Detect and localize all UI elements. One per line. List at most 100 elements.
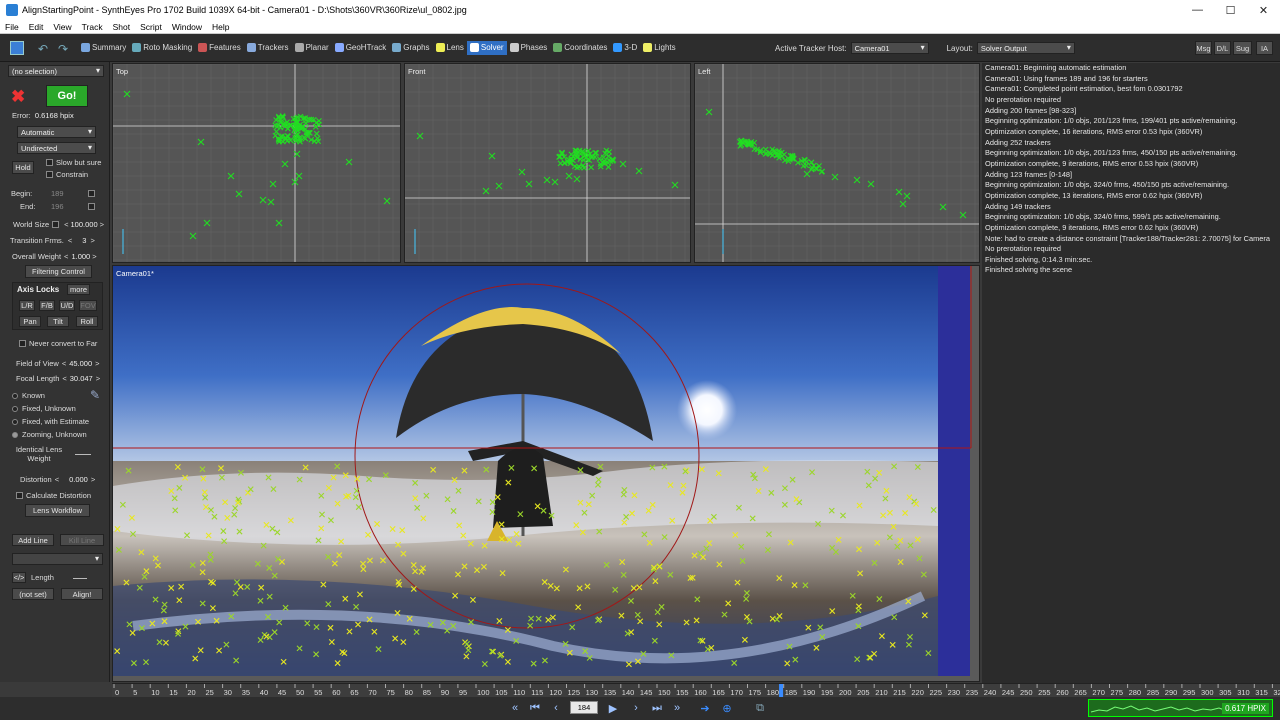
begin-value[interactable]: 189 bbox=[51, 189, 64, 198]
first-frame-icon[interactable]: ⏮ bbox=[528, 701, 542, 715]
distortion-value[interactable]: 0.000 bbox=[69, 475, 88, 484]
menu-shot[interactable]: Shot bbox=[108, 22, 136, 32]
timeline-tick-label: 225 bbox=[930, 688, 943, 697]
frame-range-icon[interactable]: ⧉ bbox=[753, 701, 767, 715]
rewind-icon[interactable]: « bbox=[508, 701, 522, 715]
lock-fov-button[interactable]: FOV bbox=[79, 300, 97, 311]
active-tracker-host-dropdown[interactable]: Camera01 bbox=[850, 42, 929, 54]
fov-value[interactable]: 45.000 bbox=[69, 359, 92, 368]
menu-view[interactable]: View bbox=[48, 22, 76, 32]
lens-fixed-estimate-radio[interactable] bbox=[12, 418, 18, 425]
close-button[interactable]: ✕ bbox=[1247, 0, 1280, 20]
room-tab-geohtrack[interactable]: GeoHTrack bbox=[332, 41, 390, 55]
save-icon[interactable] bbox=[10, 40, 24, 55]
direction-dropdown[interactable]: Undirected bbox=[17, 142, 96, 154]
room-tab-coordinates[interactable]: Coordinates bbox=[550, 41, 610, 55]
camera-viewport[interactable]: Camera01* bbox=[112, 265, 980, 682]
lens-known-radio[interactable] bbox=[12, 392, 18, 399]
align-button[interactable]: Align! bbox=[61, 588, 103, 600]
menu-help[interactable]: Help bbox=[207, 22, 234, 32]
menu-edit[interactable]: Edit bbox=[24, 22, 49, 32]
end-checkbox[interactable] bbox=[88, 203, 95, 210]
lens-workflow-button[interactable]: Lens Workflow bbox=[25, 504, 90, 517]
tracker-point bbox=[819, 168, 825, 175]
lens-fixed-unknown-radio[interactable] bbox=[12, 405, 18, 412]
room-tab-3-d[interactable]: 3-D bbox=[610, 41, 640, 55]
room-tab-lens[interactable]: Lens bbox=[433, 41, 467, 55]
overall-weight-value[interactable]: 1.000 bbox=[71, 252, 90, 261]
room-tab-phases[interactable]: Phases bbox=[507, 41, 551, 55]
timeline-tick-label: 320 bbox=[1273, 688, 1280, 697]
length-toggle-button[interactable]: </> bbox=[12, 572, 26, 583]
solve-mode-dropdown[interactable]: Automatic bbox=[17, 126, 96, 138]
lock-roll-button[interactable]: Roll bbox=[76, 316, 98, 327]
hold-button[interactable]: Hold bbox=[12, 161, 34, 174]
room-tab-trackers[interactable]: Trackers bbox=[244, 41, 292, 55]
timeline-ruler[interactable]: 0 5 10 15 20 25 30 35 40 45 50 55 60 65 70 75 80 85 90 95 10… bbox=[112, 683, 1280, 697]
transition-value[interactable]: 3 bbox=[82, 236, 86, 245]
msg-button[interactable]: Msg bbox=[1195, 41, 1212, 55]
never-convert-checkbox[interactable] bbox=[19, 340, 26, 347]
filtering-control-button[interactable]: Filtering Control bbox=[25, 265, 92, 278]
lens-zooming-unknown-radio[interactable] bbox=[12, 431, 18, 438]
focal-length-value[interactable]: 30.047 bbox=[70, 374, 93, 383]
front-viewport[interactable]: Front bbox=[404, 63, 691, 263]
playback-direction-icon[interactable]: ➔ bbox=[698, 701, 712, 715]
ia-button[interactable]: IA bbox=[1256, 41, 1273, 55]
kill-line-button[interactable]: Kill Line bbox=[60, 534, 104, 546]
top-viewport[interactable]: Top bbox=[112, 63, 401, 263]
maximize-button[interactable]: ☐ bbox=[1214, 0, 1247, 20]
dl-button[interactable]: D/L bbox=[1214, 41, 1231, 55]
constrain-checkbox[interactable] bbox=[46, 171, 53, 178]
world-size-value[interactable]: 100.000 bbox=[71, 220, 98, 229]
zoom-timeline-icon[interactable]: ⊕ bbox=[720, 701, 734, 715]
begin-checkbox[interactable] bbox=[88, 190, 95, 197]
lock-lr-button[interactable]: L/R bbox=[19, 300, 35, 311]
menu-window[interactable]: Window bbox=[167, 22, 207, 32]
minimize-button[interactable]: — bbox=[1181, 0, 1214, 20]
slow-but-sure-checkbox[interactable] bbox=[46, 159, 53, 166]
lens-weight-slider[interactable] bbox=[75, 454, 91, 455]
redo-icon[interactable]: ↷ bbox=[58, 42, 74, 56]
axis-locks-group: Axis Locks more L/R F/B U/D FOV Pan Tilt… bbox=[12, 282, 103, 330]
room-tab-solver[interactable]: Solver bbox=[466, 40, 507, 55]
room-tab-summary[interactable]: Summary bbox=[78, 41, 129, 55]
next-frame-icon[interactable]: › bbox=[629, 701, 643, 715]
add-line-button[interactable]: Add Line bbox=[12, 534, 54, 546]
room-tab-lights[interactable]: Lights bbox=[640, 41, 678, 55]
room-tab-features[interactable]: Features bbox=[195, 41, 244, 55]
go-button[interactable]: Go! bbox=[46, 85, 88, 107]
room-tab-roto-masking[interactable]: Roto Masking bbox=[129, 41, 195, 55]
world-size-lock-checkbox[interactable] bbox=[52, 221, 60, 228]
fast-forward-icon[interactable]: » bbox=[670, 701, 684, 715]
selection-dropdown[interactable]: (no selection) bbox=[8, 65, 104, 77]
prev-frame-icon[interactable]: ‹ bbox=[549, 701, 563, 715]
current-frame-field[interactable]: 184 bbox=[570, 701, 598, 714]
length-slider[interactable] bbox=[73, 578, 87, 579]
room-tab-label: Lights bbox=[654, 43, 676, 52]
menu-track[interactable]: Track bbox=[77, 22, 108, 32]
room-tab-graphs[interactable]: Graphs bbox=[389, 41, 432, 55]
left-viewport[interactable]: Left bbox=[694, 63, 980, 263]
clear-icon[interactable]: ✖ bbox=[11, 88, 27, 105]
lock-tilt-button[interactable]: Tilt bbox=[47, 316, 69, 327]
lock-pan-button[interactable]: Pan bbox=[19, 316, 41, 327]
eyedropper-icon[interactable]: ✎ bbox=[90, 388, 104, 402]
sug-button[interactable]: Sug bbox=[1233, 41, 1252, 55]
features-icon bbox=[198, 43, 208, 52]
layout-dropdown[interactable]: Solver Output bbox=[976, 42, 1075, 54]
undo-icon[interactable]: ↶ bbox=[38, 42, 54, 56]
menu-script[interactable]: Script bbox=[135, 22, 167, 32]
lock-ud-button[interactable]: U/D bbox=[59, 300, 75, 311]
end-value[interactable]: 196 bbox=[51, 202, 64, 211]
not-set-button[interactable]: (not set) bbox=[12, 588, 54, 600]
calculate-distortion-checkbox[interactable] bbox=[16, 492, 23, 499]
lens-fixed-unknown-label: Fixed, Unknown bbox=[22, 404, 76, 413]
play-icon[interactable]: ▶ bbox=[606, 701, 620, 715]
lock-fb-button[interactable]: F/B bbox=[39, 300, 55, 311]
room-tab-planar[interactable]: Planar bbox=[292, 41, 332, 55]
axis-locks-more-button[interactable]: more bbox=[67, 284, 90, 295]
line-dropdown[interactable] bbox=[12, 553, 103, 565]
menu-file[interactable]: File bbox=[0, 22, 24, 32]
last-frame-icon[interactable]: ⏭ bbox=[650, 701, 664, 715]
